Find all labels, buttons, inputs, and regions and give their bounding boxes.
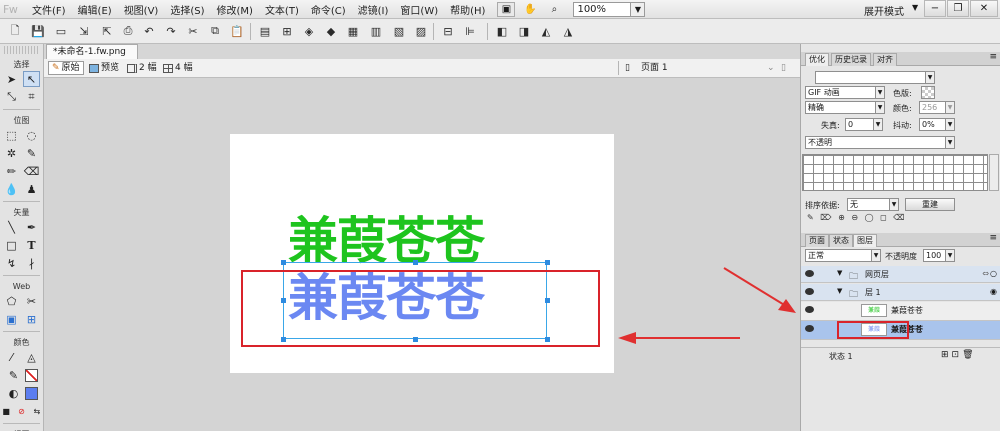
- optimize-panel-tabs: 优化 历史记录 对齐 ≡: [801, 52, 1000, 66]
- visibility-eye-icon[interactable]: [805, 325, 814, 332]
- layer-row-layer1[interactable]: ▼ 🗀 层 1 ◉: [801, 284, 1000, 301]
- arrow-diagonal-line: [723, 267, 787, 307]
- chevron-down-icon[interactable]: ▼: [837, 287, 842, 295]
- state-label: 状态 1: [829, 352, 853, 361]
- sort-select[interactable]: 无 ▼: [847, 198, 899, 211]
- layer-thumbnail: 兼葭: [861, 304, 887, 317]
- folder-icon: 🗀: [849, 272, 859, 282]
- tab-pages[interactable]: 页面: [805, 234, 829, 247]
- tab-align[interactable]: 对齐: [873, 53, 897, 66]
- panel-menu-icon[interactable]: ≡: [989, 52, 997, 62]
- format-select[interactable]: GIF 动画 ▼: [805, 86, 885, 99]
- layer-highlight-box: [837, 321, 909, 339]
- dither-label: 抖动:: [893, 121, 912, 130]
- layer-name: 兼葭苍苍: [891, 306, 923, 315]
- layer-row-text-green[interactable]: 兼葭 兼葭苍苍: [801, 302, 1000, 321]
- arrow-diagonal-head: [778, 299, 796, 313]
- chevron-down-icon[interactable]: ▼: [889, 198, 899, 211]
- palette-select[interactable]: 精确 ▼: [805, 101, 885, 114]
- matte-label: 色版:: [893, 89, 912, 98]
- rebuild-button[interactable]: 重建: [905, 198, 955, 211]
- chevron-down-icon[interactable]: ▼: [875, 86, 885, 99]
- chevron-down-icon[interactable]: ▼: [871, 249, 881, 262]
- blend-mode-select[interactable]: 正常 ▼: [805, 249, 881, 262]
- dither-value: 0%: [922, 120, 935, 129]
- sort-label: 排序依据:: [805, 201, 840, 210]
- blend-mode-value: 正常: [808, 251, 824, 260]
- dither-input[interactable]: 0% ▼: [919, 118, 955, 131]
- loss-value: 0: [848, 120, 854, 129]
- loss-label: 失真:: [821, 121, 840, 130]
- panel-menu-icon[interactable]: ≡: [989, 233, 997, 243]
- layer-target-icon[interactable]: ◉: [990, 287, 997, 296]
- layer-target-icon[interactable]: ○: [990, 269, 997, 278]
- layer-row-text-blue[interactable]: 兼葭 兼葭苍苍: [801, 321, 1000, 340]
- layer-name: 层 1: [865, 288, 881, 297]
- color-table-tools-icon[interactable]: ✎ ⌦ ⊕ ⊖ ◯ ◻ ⌫: [807, 213, 907, 222]
- tab-history[interactable]: 历史记录: [831, 53, 871, 66]
- colors-label: 颜色:: [893, 104, 912, 113]
- folder-icon: 🗀: [849, 290, 859, 300]
- chevron-down-icon[interactable]: ▼: [945, 101, 955, 114]
- visibility-eye-icon[interactable]: [805, 288, 814, 295]
- format-value: GIF 动画: [808, 88, 840, 97]
- arrow-left-head: [618, 332, 636, 344]
- layer-actions-icon[interactable]: ⊞⊡🗑: [941, 350, 977, 360]
- color-table[interactable]: [802, 154, 988, 191]
- chevron-down-icon[interactable]: ▼: [873, 118, 883, 131]
- layers-panel-tabs: 页面 状态 图层 ≡: [801, 233, 1000, 247]
- visibility-eye-icon[interactable]: [805, 270, 814, 277]
- chevron-down-icon[interactable]: ▼: [945, 118, 955, 131]
- transparency-select[interactable]: 不透明 ▼: [805, 136, 955, 149]
- transparency-value: 不透明: [808, 138, 832, 147]
- layer-name: 网页层: [865, 270, 889, 279]
- chevron-down-icon[interactable]: ▼: [945, 136, 955, 149]
- share-layer-icon[interactable]: ⇔: [982, 269, 989, 278]
- chevron-down-icon[interactable]: ▼: [945, 249, 955, 262]
- chevron-down-icon[interactable]: ▼: [875, 101, 885, 114]
- tab-optimize[interactable]: 优化: [805, 53, 829, 66]
- color-table-scrollbar[interactable]: [989, 154, 999, 191]
- sort-value: 无: [850, 200, 858, 209]
- loss-input[interactable]: 0 ▼: [845, 118, 883, 131]
- opacity-label: 不透明度: [885, 252, 917, 261]
- opacity-value: 100: [926, 251, 942, 260]
- tab-states[interactable]: 状态: [829, 234, 853, 247]
- right-panel-dock: 优化 历史记录 对齐 ≡ ▼ GIF 动画 ▼ 色版: 精确 ▼ 颜色: 256…: [800, 44, 1000, 431]
- chevron-down-icon[interactable]: ▼: [925, 71, 935, 84]
- chevron-down-icon[interactable]: ▼: [837, 269, 842, 277]
- tab-layers[interactable]: 图层: [853, 234, 877, 247]
- opacity-input[interactable]: 100 ▼: [923, 249, 955, 262]
- layers-panel-footer: 状态 1 ⊞⊡🗑: [801, 347, 1000, 363]
- colors-select[interactable]: 256 ▼: [919, 101, 955, 114]
- export-preset-select[interactable]: ▼: [815, 71, 935, 84]
- palette-value: 精确: [808, 103, 824, 112]
- matte-swatch[interactable]: [921, 86, 935, 99]
- visibility-eye-icon[interactable]: [805, 306, 814, 313]
- colors-value: 256: [922, 103, 938, 112]
- layer-row-web[interactable]: ▼ 🗀 网页层 ⇔ ○: [801, 266, 1000, 283]
